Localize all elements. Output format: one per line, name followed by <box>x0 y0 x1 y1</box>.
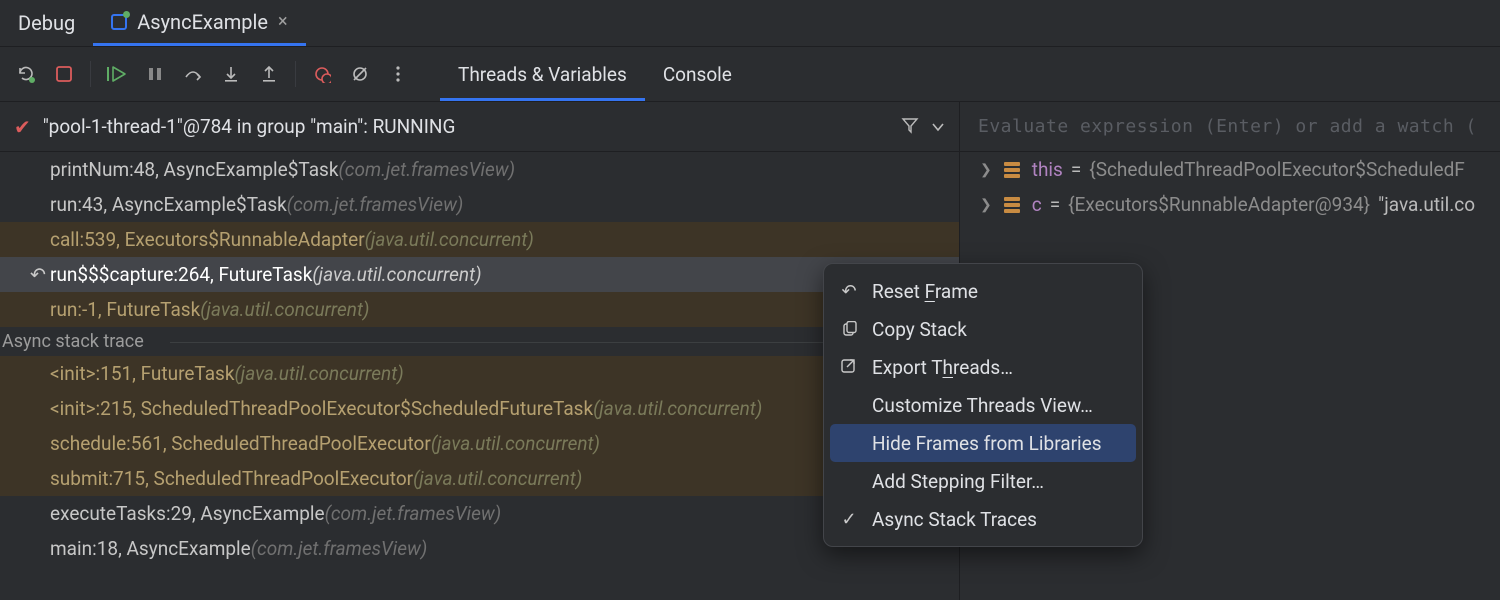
tab-threads-variables[interactable]: Threads & Variables <box>440 47 645 101</box>
copy-icon <box>838 321 860 337</box>
pause-icon <box>147 66 163 82</box>
separator <box>295 61 296 87</box>
stack-frame[interactable]: <init>:215, ScheduledThreadPoolExecutor$… <box>0 391 959 426</box>
chevron-right-icon[interactable]: ❯ <box>980 197 992 213</box>
stop-button[interactable] <box>48 58 80 90</box>
frames-context-menu: ↶ Reset Frame Copy Stack Export Threads…… <box>823 263 1143 547</box>
chevron-right-icon[interactable]: ❯ <box>980 162 992 178</box>
tab-run-config[interactable]: AsyncExample × <box>93 0 305 46</box>
menu-hide-frames-libraries[interactable]: Hide Frames from Libraries <box>830 424 1136 462</box>
kebab-icon <box>396 65 400 83</box>
step-over-button[interactable] <box>177 58 209 90</box>
object-icon <box>1004 162 1020 178</box>
chevron-down-icon[interactable] <box>931 115 945 139</box>
pause-button[interactable] <box>139 58 171 90</box>
evaluate-expression-input[interactable]: Evaluate expression (Enter) or add a wat… <box>960 102 1500 152</box>
tab-console[interactable]: Console <box>645 47 750 101</box>
breakpoints-icon <box>313 65 331 83</box>
check-icon: ✔ <box>14 115 31 139</box>
mute-breakpoints-icon <box>351 65 369 83</box>
run-config-icon <box>111 14 127 30</box>
variable-row[interactable]: ❯ c = {Executors$RunnableAdapter@934} "j… <box>960 187 1500 222</box>
tab-threads-label: Threads & Variables <box>458 63 627 86</box>
evaluate-placeholder: Evaluate expression (Enter) or add a wat… <box>978 116 1477 137</box>
resume-button[interactable] <box>101 58 133 90</box>
stack-frame[interactable]: schedule:561, ScheduledThreadPoolExecuto… <box>0 426 959 461</box>
step-out-button[interactable] <box>253 58 285 90</box>
menu-export-threads[interactable]: Export Threads… <box>824 348 1142 386</box>
stack-frame[interactable]: run:-1, FutureTask (java.util.concurrent… <box>0 292 959 327</box>
step-over-icon <box>183 65 203 83</box>
menu-async-stack-traces[interactable]: ✓ Async Stack Traces <box>824 500 1142 538</box>
reset-frame-icon: ↶ <box>26 263 50 286</box>
stack-frame[interactable]: run:43, AsyncExample$Task (com.jet.frame… <box>0 187 959 222</box>
stack-frame[interactable]: main:18, AsyncExample (com.jet.framesVie… <box>0 531 959 566</box>
tab-run-config-label: AsyncExample <box>137 10 268 34</box>
tab-debug-label: Debug <box>18 11 75 35</box>
menu-customize-threads-view[interactable]: Customize Threads View… <box>824 386 1142 424</box>
export-icon <box>838 359 860 375</box>
rerun-button[interactable] <box>10 58 42 90</box>
filter-icon[interactable] <box>901 115 919 139</box>
stack-frame[interactable]: printNum:48, AsyncExample$Task (com.jet.… <box>0 152 959 187</box>
separator <box>90 61 91 87</box>
checkmark-icon: ✓ <box>838 509 860 530</box>
menu-copy-stack[interactable]: Copy Stack <box>824 310 1142 348</box>
step-into-icon <box>223 65 239 83</box>
stack-frame[interactable]: call:539, Executors$RunnableAdapter (jav… <box>0 222 959 257</box>
rerun-icon <box>16 64 36 84</box>
tab-debug[interactable]: Debug <box>0 0 93 46</box>
stack-frame[interactable]: executeTasks:29, AsyncExample (com.jet.f… <box>0 496 959 531</box>
stop-icon <box>56 66 72 82</box>
menu-reset-frame[interactable]: ↶ Reset Frame <box>824 272 1142 310</box>
resume-icon <box>106 65 128 83</box>
view-breakpoints-button[interactable] <box>306 58 338 90</box>
tab-console-label: Console <box>663 63 732 86</box>
variable-row[interactable]: ❯ this = {ScheduledThreadPoolExecutor$Sc… <box>960 152 1500 187</box>
object-icon <box>1004 197 1020 213</box>
stack-frame[interactable]: submit:715, ScheduledThreadPoolExecutor … <box>0 461 959 496</box>
close-icon[interactable]: × <box>278 11 288 32</box>
menu-add-stepping-filter[interactable]: Add Stepping Filter… <box>824 462 1142 500</box>
thread-status-label[interactable]: "pool-1-thread-1"@784 in group "main": R… <box>43 115 889 138</box>
stack-frame-selected[interactable]: ↶ run$$$capture:264, FutureTask (java.ut… <box>0 257 959 292</box>
more-button[interactable] <box>382 58 414 90</box>
step-into-button[interactable] <box>215 58 247 90</box>
mute-breakpoints-button[interactable] <box>344 58 376 90</box>
stack-frame[interactable]: <init>:151, FutureTask (java.util.concur… <box>0 356 959 391</box>
async-section-label: Async stack trace <box>0 327 959 356</box>
reset-frame-icon: ↶ <box>838 281 860 302</box>
step-out-icon <box>261 65 277 83</box>
